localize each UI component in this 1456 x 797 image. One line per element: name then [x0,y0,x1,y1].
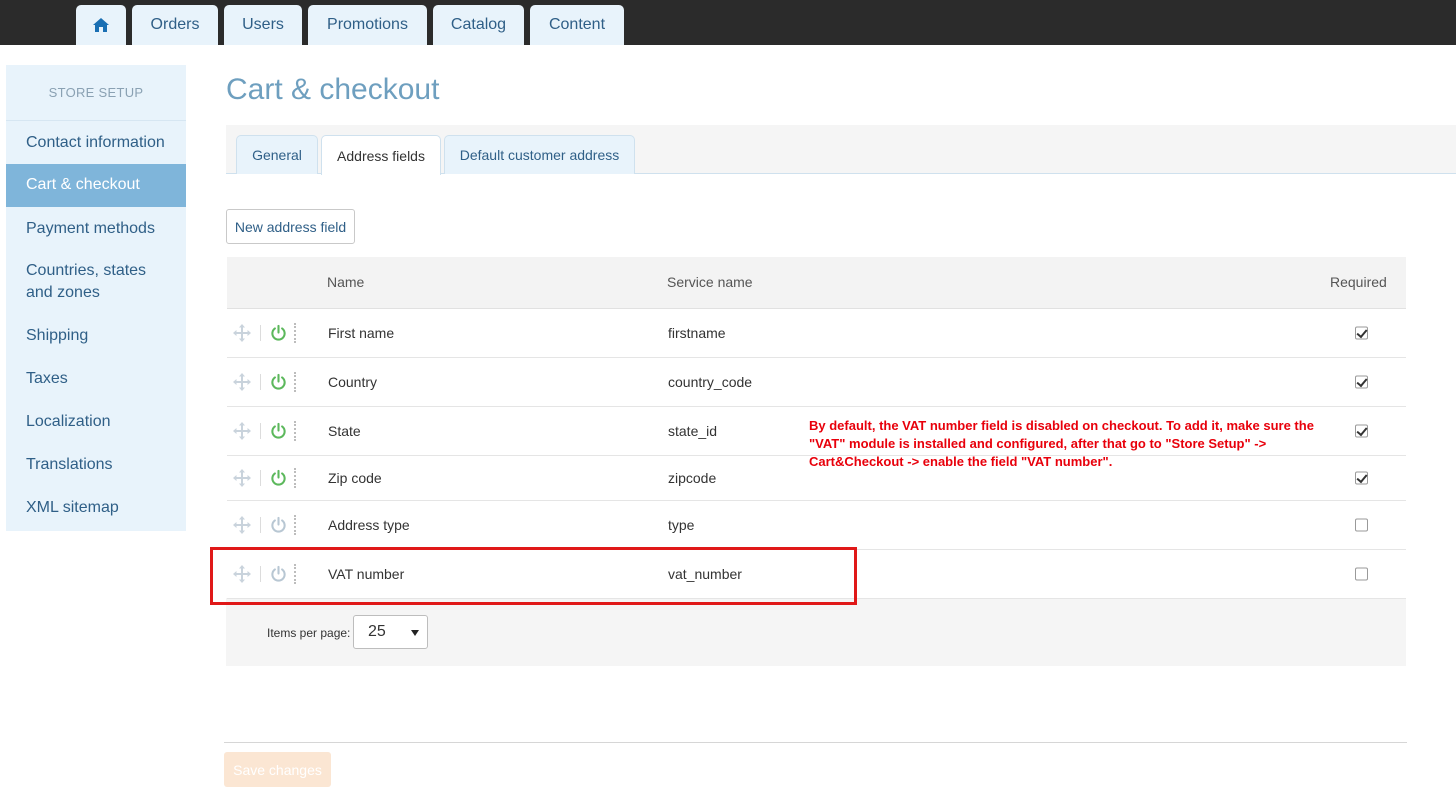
power-toggle-icon[interactable] [270,422,287,440]
new-address-field-button[interactable]: New address field [226,209,355,244]
field-service-name: type [668,517,695,533]
sidebar-item-localization[interactable]: Localization [6,401,186,444]
required-checkbox[interactable] [1355,518,1368,532]
more-actions-icon[interactable] [294,515,297,535]
nav-promotions-tab[interactable]: Promotions [308,5,427,45]
page-title: Cart & checkout [226,73,440,106]
required-checkbox[interactable] [1355,471,1368,485]
vat-annotation-note: By default, the VAT number field is disa… [809,418,1314,469]
column-header-name[interactable]: Name [327,274,364,290]
tab-address-fields[interactable]: Address fields [321,135,441,175]
drag-handle-icon[interactable] [233,422,251,440]
drag-handle-icon[interactable] [233,516,251,534]
more-actions-icon[interactable] [294,323,297,343]
top-navigation-bar [0,0,1456,45]
drag-handle-icon[interactable] [233,373,251,391]
nav-catalog-tab[interactable]: Catalog [433,5,524,45]
more-actions-icon[interactable] [294,372,297,392]
power-toggle-icon[interactable] [270,469,287,487]
sidebar-item-translations[interactable]: Translations [6,444,186,487]
power-toggle-icon[interactable] [270,324,287,342]
items-per-page-label: Items per page: [267,626,351,640]
footer-divider [224,742,1407,743]
power-toggle-icon[interactable] [270,516,287,534]
table-row: Address type type [227,501,1406,550]
tab-general[interactable]: General [236,135,318,174]
sidebar-item-taxes[interactable]: Taxes [6,358,186,401]
table-row: First name firstname [227,309,1406,358]
sidebar-item-payment-methods[interactable]: Payment methods [6,207,186,250]
items-per-page-select[interactable]: 25 [353,615,428,649]
nav-users-tab[interactable]: Users [224,5,302,45]
required-checkbox[interactable] [1355,375,1368,389]
column-header-service-name[interactable]: Service name [667,274,753,290]
divider [260,517,261,533]
divider [260,423,261,439]
drag-handle-icon[interactable] [233,469,251,487]
field-name: Address type [328,517,410,533]
more-actions-icon[interactable] [294,468,297,488]
nav-content-tab[interactable]: Content [530,5,624,45]
divider [260,470,261,486]
field-name: Country [328,374,378,390]
field-service-name: state_id [668,423,718,439]
required-checkbox[interactable] [1355,424,1368,438]
column-header-required[interactable]: Required [1330,274,1387,290]
sidebar-item-cart-checkout[interactable]: Cart & checkout [6,164,186,207]
drag-handle-icon[interactable] [233,324,251,342]
field-name: First name [328,325,395,341]
field-name: State [328,423,361,439]
divider [260,325,261,341]
table-row: Country country_code [227,358,1406,407]
sidebar-header: STORE SETUP [6,65,186,121]
field-service-name: zipcode [668,470,717,486]
sidebar-item-xml-sitemap[interactable]: XML sitemap [6,487,186,530]
divider [260,374,261,390]
items-per-page-value: 25 [368,623,386,640]
power-toggle-icon[interactable] [270,373,287,391]
more-actions-icon[interactable] [294,421,297,441]
sidebar-item-countries-states-zones[interactable]: Countries, states and zones [6,250,186,315]
field-service-name: firstname [668,325,726,341]
save-changes-button[interactable]: Save changes [224,752,331,787]
nav-orders-tab[interactable]: Orders [132,5,218,45]
required-checkbox[interactable] [1355,326,1368,340]
table-header: Name Service name Required [227,257,1406,309]
nav-home-tab[interactable] [76,5,126,45]
home-icon [93,18,109,32]
tab-default-customer-address[interactable]: Default customer address [444,135,635,174]
field-service-name: country_code [668,374,753,390]
sidebar-item-shipping[interactable]: Shipping [6,315,186,358]
sidebar-item-contact-information[interactable]: Contact information [6,121,186,164]
chevron-down-icon [411,630,419,636]
required-checkbox[interactable] [1355,567,1368,581]
store-setup-sidebar: STORE SETUP Contact information Cart & c… [6,65,186,531]
field-name: Zip code [328,470,382,486]
highlight-box [210,547,857,605]
